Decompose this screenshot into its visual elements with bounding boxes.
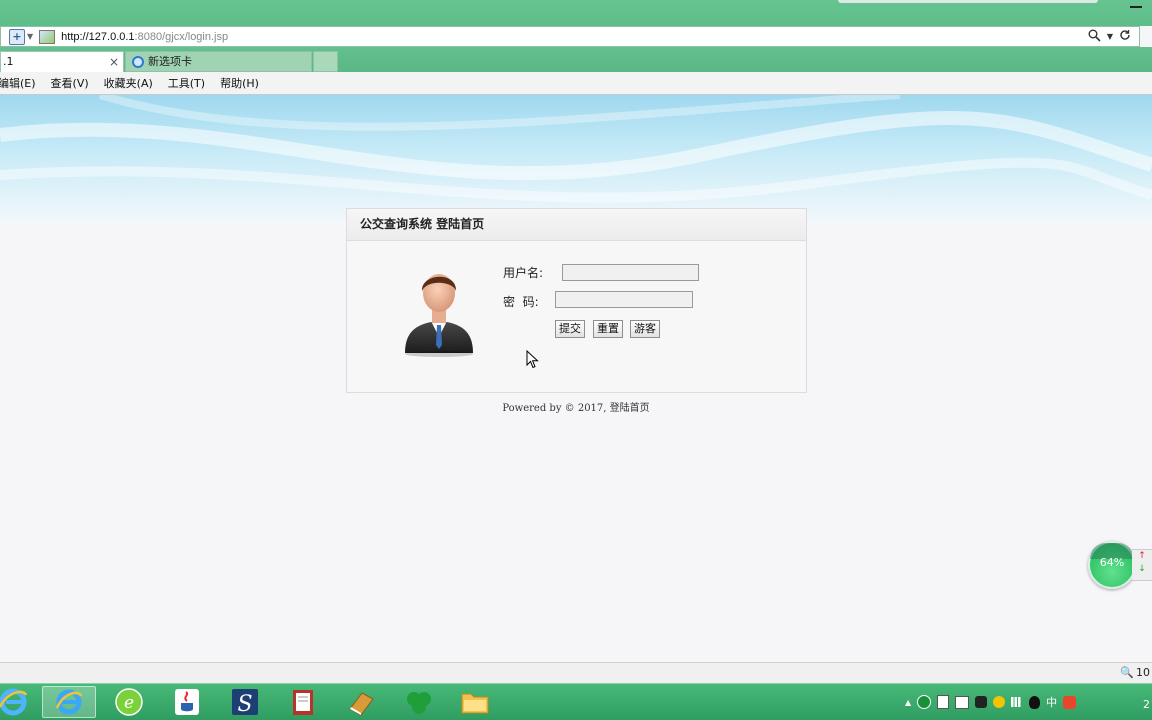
camera-icon[interactable]: [975, 696, 988, 708]
footer-text: Powered by © 2017, 登陆首页: [502, 403, 650, 414]
address-bar[interactable]: + ▼ http://127.0.0.1:8080/gjcx/login.jsp…: [0, 26, 1140, 47]
tab-login[interactable]: .1 ×: [0, 51, 124, 72]
tab-label: .1: [3, 55, 14, 68]
network-indicator: ↑ ↓: [1132, 549, 1152, 581]
menu-favorites[interactable]: 收藏夹(A): [104, 75, 153, 91]
svg-text:e: e: [124, 693, 134, 713]
tab-bar: .1 × 新选项卡: [0, 47, 1152, 72]
signal-icon[interactable]: [1011, 697, 1024, 707]
notebook-icon[interactable]: [276, 686, 330, 718]
tab-label: 新选项卡: [148, 54, 192, 68]
password-input[interactable]: [555, 291, 693, 308]
s-app-icon[interactable]: S: [218, 686, 272, 718]
dropdown-icon[interactable]: ▼: [1107, 32, 1113, 41]
tray-caret-icon[interactable]: ▲: [905, 698, 911, 707]
book-icon[interactable]: [334, 686, 388, 718]
status-bar: 🔍 10: [0, 662, 1152, 683]
speed-percent: 64%: [1099, 556, 1125, 569]
svg-text:S: S: [237, 692, 252, 717]
ie-icon: [132, 55, 144, 68]
zoom-level: 10: [1136, 666, 1150, 679]
java-icon[interactable]: [160, 686, 214, 718]
menu-view[interactable]: 查看(V): [51, 75, 89, 91]
search-icon[interactable]: [1088, 29, 1101, 45]
url-host: http://127.0.0.1: [61, 30, 135, 43]
login-title: 公交查询系统 登陆首页: [347, 209, 806, 241]
shield-icon[interactable]: +: [9, 28, 25, 45]
download-arrow-icon: ↓: [1138, 564, 1146, 574]
url-path: :8080/gjcx/login.jsp: [134, 30, 229, 43]
url-text[interactable]: http://127.0.0.1:8080/gjcx/login.jsp: [61, 31, 228, 43]
menu-bar: 编辑(E) 查看(V) 收藏夹(A) 工具(T) 帮助(H): [0, 72, 1152, 95]
start-ie-icon[interactable]: [0, 686, 40, 718]
zoom-icon: 🔍: [1120, 666, 1134, 679]
reset-button[interactable]: 重置: [593, 320, 623, 338]
green-app-icon[interactable]: [392, 686, 446, 718]
page-content: 公交查询系统 登陆首页 用户名: 密 码: 提交 重置 游客 Powered b…: [0, 95, 1152, 662]
refresh-icon[interactable]: [1119, 29, 1131, 44]
flag-icon[interactable]: [955, 695, 970, 709]
close-icon[interactable]: ×: [109, 52, 119, 72]
mouse-cursor-icon: [526, 349, 539, 372]
page-icon: [39, 29, 56, 44]
minimize-button[interactable]: [1130, 6, 1142, 8]
window-frame: [0, 0, 1152, 26]
browser-icon[interactable]: e: [102, 686, 156, 718]
frame-highlight: [838, 0, 1098, 3]
password-label: 密 码:: [503, 295, 539, 309]
submit-button[interactable]: 提交: [555, 320, 585, 338]
username-label: 用户名:: [503, 266, 544, 280]
tab-new[interactable]: 新选项卡: [125, 51, 312, 72]
taskbar: e S ▲ 中 2: [0, 683, 1152, 720]
login-panel: 公交查询系统 登陆首页 用户名: 密 码: 提交 重置 游客: [346, 208, 807, 393]
system-tray: ▲ 中: [905, 694, 1077, 710]
new-tab-button[interactable]: [313, 51, 338, 72]
guest-button[interactable]: 游客: [630, 320, 660, 338]
zoom-control[interactable]: 🔍 10: [1120, 666, 1150, 679]
menu-edit[interactable]: 编辑(E): [0, 75, 36, 91]
clock[interactable]: 2: [1143, 698, 1150, 711]
qq-icon[interactable]: [1029, 695, 1041, 709]
dropdown-icon[interactable]: ▼: [27, 32, 33, 41]
security-icon[interactable]: [917, 695, 932, 709]
folder-icon[interactable]: [448, 686, 502, 718]
ie-icon[interactable]: [42, 686, 96, 718]
upload-arrow-icon: ↑: [1138, 551, 1146, 561]
ime-indicator[interactable]: 中: [1046, 694, 1057, 710]
sky-banner: [0, 95, 1152, 225]
username-input[interactable]: [562, 264, 699, 281]
user-avatar-icon: [401, 265, 477, 357]
sogou-icon[interactable]: [1063, 695, 1077, 709]
speed-ball[interactable]: 64%: [1088, 541, 1136, 589]
device-icon[interactable]: [937, 695, 950, 709]
plus-icon[interactable]: [993, 696, 1006, 708]
menu-help[interactable]: 帮助(H): [220, 75, 259, 91]
menu-tools[interactable]: 工具(T): [168, 75, 205, 91]
